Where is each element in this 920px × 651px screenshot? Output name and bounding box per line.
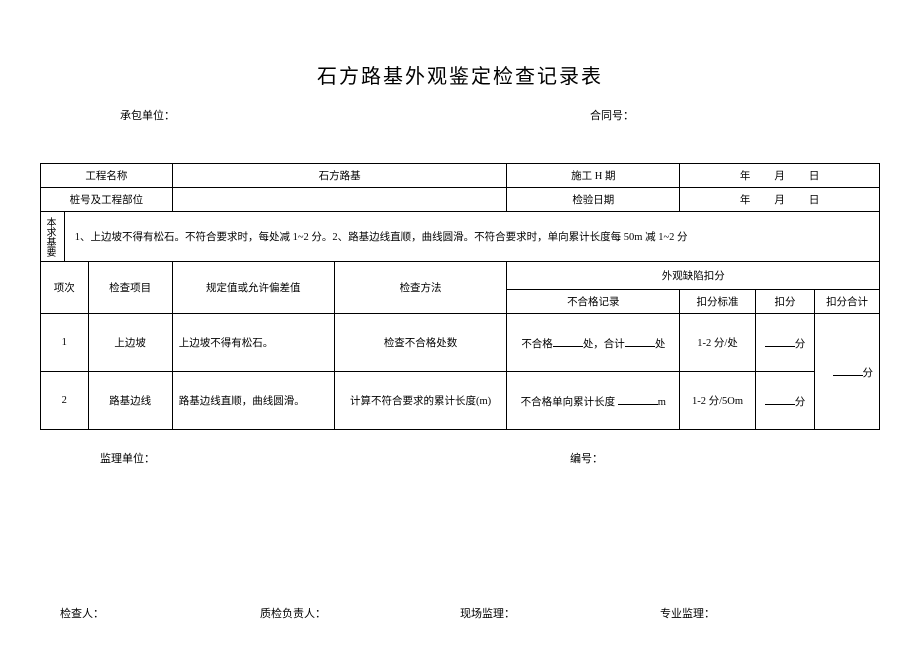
supervisor-unit-label: 监理单位： bbox=[100, 450, 350, 466]
header-line: 承包单位： 合同号： bbox=[40, 107, 880, 123]
cell-item: 路基边线 bbox=[88, 372, 172, 430]
cell-method: 检查不合格处数 bbox=[334, 314, 507, 372]
cell-deduct: 分 bbox=[755, 314, 814, 372]
station-label: 桩号及工程部位 bbox=[41, 188, 173, 212]
cell-method: 计算不符合要求的累计长度(m) bbox=[334, 372, 507, 430]
cell-spec: 上边坡不得有松石。 bbox=[172, 314, 334, 372]
qc-manager-label: 质检负责人： bbox=[260, 605, 460, 621]
construction-period-label: 施工 H 期 bbox=[507, 164, 680, 188]
cell-deduct: 分 bbox=[755, 372, 814, 430]
page-title: 石方路基外观鉴定检查记录表 bbox=[40, 60, 880, 89]
site-supervisor-label: 现场监理： bbox=[460, 605, 660, 621]
cell-no: 2 bbox=[41, 372, 89, 430]
inspector-label: 检查人： bbox=[60, 605, 260, 621]
requirements-label: 本求基要 bbox=[41, 212, 65, 262]
col-check-method: 检查方法 bbox=[334, 262, 507, 314]
requirements-text: 1、上边坡不得有松石。不符合要求时，每处减 1~2 分。2、路基边线直顺，曲线圆… bbox=[64, 212, 879, 262]
cell-record: 不合格处，合计处 bbox=[507, 314, 680, 372]
contract-no-label: 合同号： bbox=[330, 107, 800, 123]
cell-std: 1-2 分/5Om bbox=[680, 372, 756, 430]
inspection-table: 工程名称 石方路基 施工 H 期 年月日 桩号及工程部位 检验日期 年月日 本求… bbox=[40, 163, 880, 430]
station-value bbox=[172, 188, 507, 212]
cell-total: 分 bbox=[815, 314, 880, 430]
cell-no: 1 bbox=[41, 314, 89, 372]
table-row: 2 路基边线 路基边线直顺，曲线圆滑。 计算不符合要求的累计长度(m) 不合格单… bbox=[41, 372, 880, 430]
cell-item: 上边坡 bbox=[88, 314, 172, 372]
construction-period-value: 年月日 bbox=[680, 164, 880, 188]
col-deduct: 扣分 bbox=[755, 290, 814, 314]
cell-std: 1-2 分/处 bbox=[680, 314, 756, 372]
table-row: 1 上边坡 上边坡不得有松石。 检查不合格处数 不合格处，合计处 1-2 分/处… bbox=[41, 314, 880, 372]
project-name-value: 石方路基 bbox=[172, 164, 507, 188]
footer-line-1: 监理单位： 编号： bbox=[40, 450, 880, 466]
inspection-date-value: 年月日 bbox=[680, 188, 880, 212]
col-noncon-record: 不合格记录 bbox=[507, 290, 680, 314]
pro-supervisor-label: 专业监理： bbox=[660, 605, 860, 621]
col-item-no: 项次 bbox=[41, 262, 89, 314]
cell-record: 不合格单向累计长度 m bbox=[507, 372, 680, 430]
col-deduct-total: 扣分合计 bbox=[815, 290, 880, 314]
col-check-item: 检查项目 bbox=[88, 262, 172, 314]
contractor-label: 承包单位： bbox=[120, 107, 330, 123]
footer-line-2: 检查人： 质检负责人： 现场监理： 专业监理： bbox=[40, 605, 880, 621]
inspection-date-label: 检验日期 bbox=[507, 188, 680, 212]
table-header-row: 项次 检查项目 规定值或允许偏差值 检查方法 外观缺陷扣分 bbox=[41, 262, 880, 290]
project-name-label: 工程名称 bbox=[41, 164, 173, 188]
cell-spec: 路基边线直顺，曲线圆滑。 bbox=[172, 372, 334, 430]
serial-no-label: 编号： bbox=[350, 450, 820, 466]
table-row: 工程名称 石方路基 施工 H 期 年月日 bbox=[41, 164, 880, 188]
col-spec-value: 规定值或允许偏差值 bbox=[172, 262, 334, 314]
col-deduct-std: 扣分标准 bbox=[680, 290, 756, 314]
col-defect-group: 外观缺陷扣分 bbox=[507, 262, 880, 290]
requirements-row: 本求基要 1、上边坡不得有松石。不符合要求时，每处减 1~2 分。2、路基边线直… bbox=[41, 212, 880, 262]
table-row: 桩号及工程部位 检验日期 年月日 bbox=[41, 188, 880, 212]
